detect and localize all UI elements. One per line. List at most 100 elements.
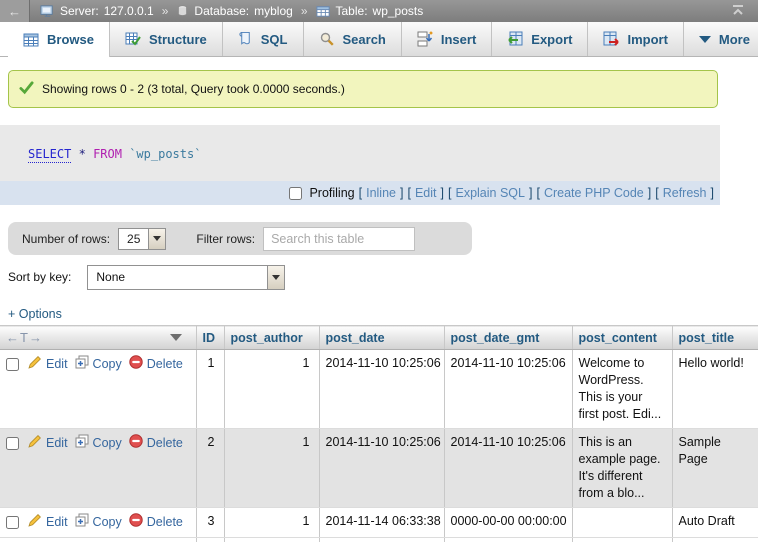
status-message: Showing rows 0 - 2 (3 total, Query took … (8, 70, 718, 108)
delete-row-link[interactable]: Delete (129, 513, 183, 532)
import-icon (603, 31, 619, 47)
edit-label: Edit (46, 435, 68, 452)
structure-icon (125, 31, 141, 47)
row-actions-dropdown-icon[interactable] (170, 334, 182, 341)
cell-post-author: 1 (224, 350, 319, 429)
tab-import[interactable]: Import (588, 22, 683, 56)
sql-query-panel: SELECT * FROM `wp_posts` Profiling [ Inl… (0, 125, 720, 205)
table-row-clipped (0, 538, 758, 542)
table-row: Edit Copy Delete 1 1 2014-11-10 10:25:06… (0, 350, 758, 429)
bracket: [ (407, 186, 410, 200)
copy-row-link[interactable]: Copy (75, 434, 122, 453)
filter-rows-input[interactable] (263, 227, 415, 251)
bracket: ] (400, 186, 403, 200)
column-header-post-author[interactable]: post_author (224, 326, 319, 350)
inline-link[interactable]: Inline (366, 186, 396, 200)
number-of-rows-select[interactable]: 25 (118, 228, 166, 250)
cell-post-date-gmt: 2014-11-10 10:25:06 (444, 350, 572, 429)
server-link[interactable]: 127.0.0.1 (104, 4, 154, 18)
tab-bar: Browse Structure SQL Search Insert Expor… (0, 22, 758, 57)
column-header-post-title[interactable]: post_title (672, 326, 758, 350)
column-visibility-control[interactable]: ←T→ (6, 330, 43, 345)
edit-row-link[interactable]: Edit (28, 434, 68, 453)
chevron-down-icon (699, 36, 711, 43)
cell-post-content: This is an example page. It's different … (572, 429, 672, 508)
tab-search[interactable]: Search (304, 22, 402, 56)
tab-export[interactable]: Export (492, 22, 588, 56)
search-icon (319, 31, 335, 47)
tab-more[interactable]: More (684, 22, 758, 56)
tab-label: Export (531, 32, 572, 47)
delete-row-link[interactable]: Delete (129, 434, 183, 453)
table-link[interactable]: wp_posts (373, 4, 424, 18)
phpmyadmin-screen: ← Server: 127.0.0.1 » Database: myblog »… (0, 0, 758, 542)
explain-sql-link[interactable]: Explain SQL (455, 186, 524, 200)
refresh-link[interactable]: Refresh (663, 186, 707, 200)
back-arrow-icon: ← (8, 4, 21, 19)
sql-table-name: `wp_posts` (129, 147, 201, 161)
row-checkbox[interactable] (6, 437, 19, 450)
row-checkbox[interactable] (6, 358, 19, 371)
edit-label: Edit (46, 356, 68, 373)
column-header-id[interactable]: ID (196, 326, 224, 350)
server-icon (40, 4, 55, 19)
copy-label: Copy (93, 514, 122, 531)
database-link[interactable]: myblog (254, 4, 293, 18)
cell-post-author: 1 (224, 429, 319, 508)
pencil-icon (28, 513, 42, 532)
sql-keyword-select: SELECT (28, 147, 71, 163)
cell-post-date: 2014-11-14 06:33:38 (319, 508, 444, 538)
database-icon (176, 4, 189, 18)
table-icon (316, 4, 331, 19)
delete-icon (129, 434, 143, 453)
success-check-icon (19, 80, 34, 98)
tab-sql[interactable]: SQL (223, 22, 304, 56)
bracket: [ (536, 186, 539, 200)
insert-icon (417, 31, 433, 47)
edit-row-link[interactable]: Edit (28, 355, 68, 374)
delete-icon (129, 355, 143, 374)
bracket: [ (448, 186, 451, 200)
cell-post-title: Auto Draft (672, 508, 758, 538)
cell-post-date: 2014-11-10 10:25:06 (319, 429, 444, 508)
options-toggle-link[interactable]: + Options (8, 307, 62, 321)
pencil-icon (28, 434, 42, 453)
collapse-panel-icon[interactable] (730, 2, 746, 21)
cell-id: 1 (196, 350, 224, 429)
tab-structure[interactable]: Structure (110, 22, 223, 56)
rows-options-bar: Number of rows: 25 Filter rows: (8, 222, 472, 255)
status-message-text: Showing rows 0 - 2 (3 total, Query took … (42, 82, 345, 96)
bracket: ] (529, 186, 532, 200)
copy-icon (75, 434, 89, 453)
column-header-post-date-gmt[interactable]: post_date_gmt (444, 326, 572, 350)
select-dropdown-icon (267, 266, 284, 289)
delete-row-link[interactable]: Delete (129, 355, 183, 374)
bracket: ] (441, 186, 444, 200)
table-row: Edit Copy Delete 2 1 2014-11-10 10:25:06… (0, 429, 758, 508)
delete-label: Delete (147, 435, 183, 452)
sort-by-key-select[interactable]: None (87, 265, 285, 290)
sql-keyword-from: FROM (93, 147, 122, 161)
copy-row-link[interactable]: Copy (75, 513, 122, 532)
edit-row-link[interactable]: Edit (28, 513, 68, 532)
cell-id: 2 (196, 429, 224, 508)
column-header-post-date[interactable]: post_date (319, 326, 444, 350)
profiling-checkbox[interactable] (289, 187, 302, 200)
nav-back-button[interactable]: ← (0, 0, 30, 22)
copy-icon (75, 513, 89, 532)
browse-icon (23, 32, 39, 48)
tab-insert[interactable]: Insert (402, 22, 492, 56)
sort-by-key-label: Sort by key: (8, 270, 71, 284)
cell-post-date-gmt: 2014-11-10 10:25:06 (444, 429, 572, 508)
tab-browse[interactable]: Browse (8, 22, 110, 57)
copy-row-link[interactable]: Copy (75, 355, 122, 374)
edit-sql-link[interactable]: Edit (415, 186, 437, 200)
table-row: Edit Copy Delete 3 1 2014-11-14 06:33:38… (0, 508, 758, 538)
bracket: [ (655, 186, 658, 200)
row-checkbox[interactable] (6, 516, 19, 529)
create-php-code-link[interactable]: Create PHP Code (544, 186, 644, 200)
column-header-post-content[interactable]: post_content (572, 326, 672, 350)
select-dropdown-icon (148, 229, 165, 249)
sql-star: * (79, 147, 86, 161)
sql-icon (238, 31, 253, 47)
